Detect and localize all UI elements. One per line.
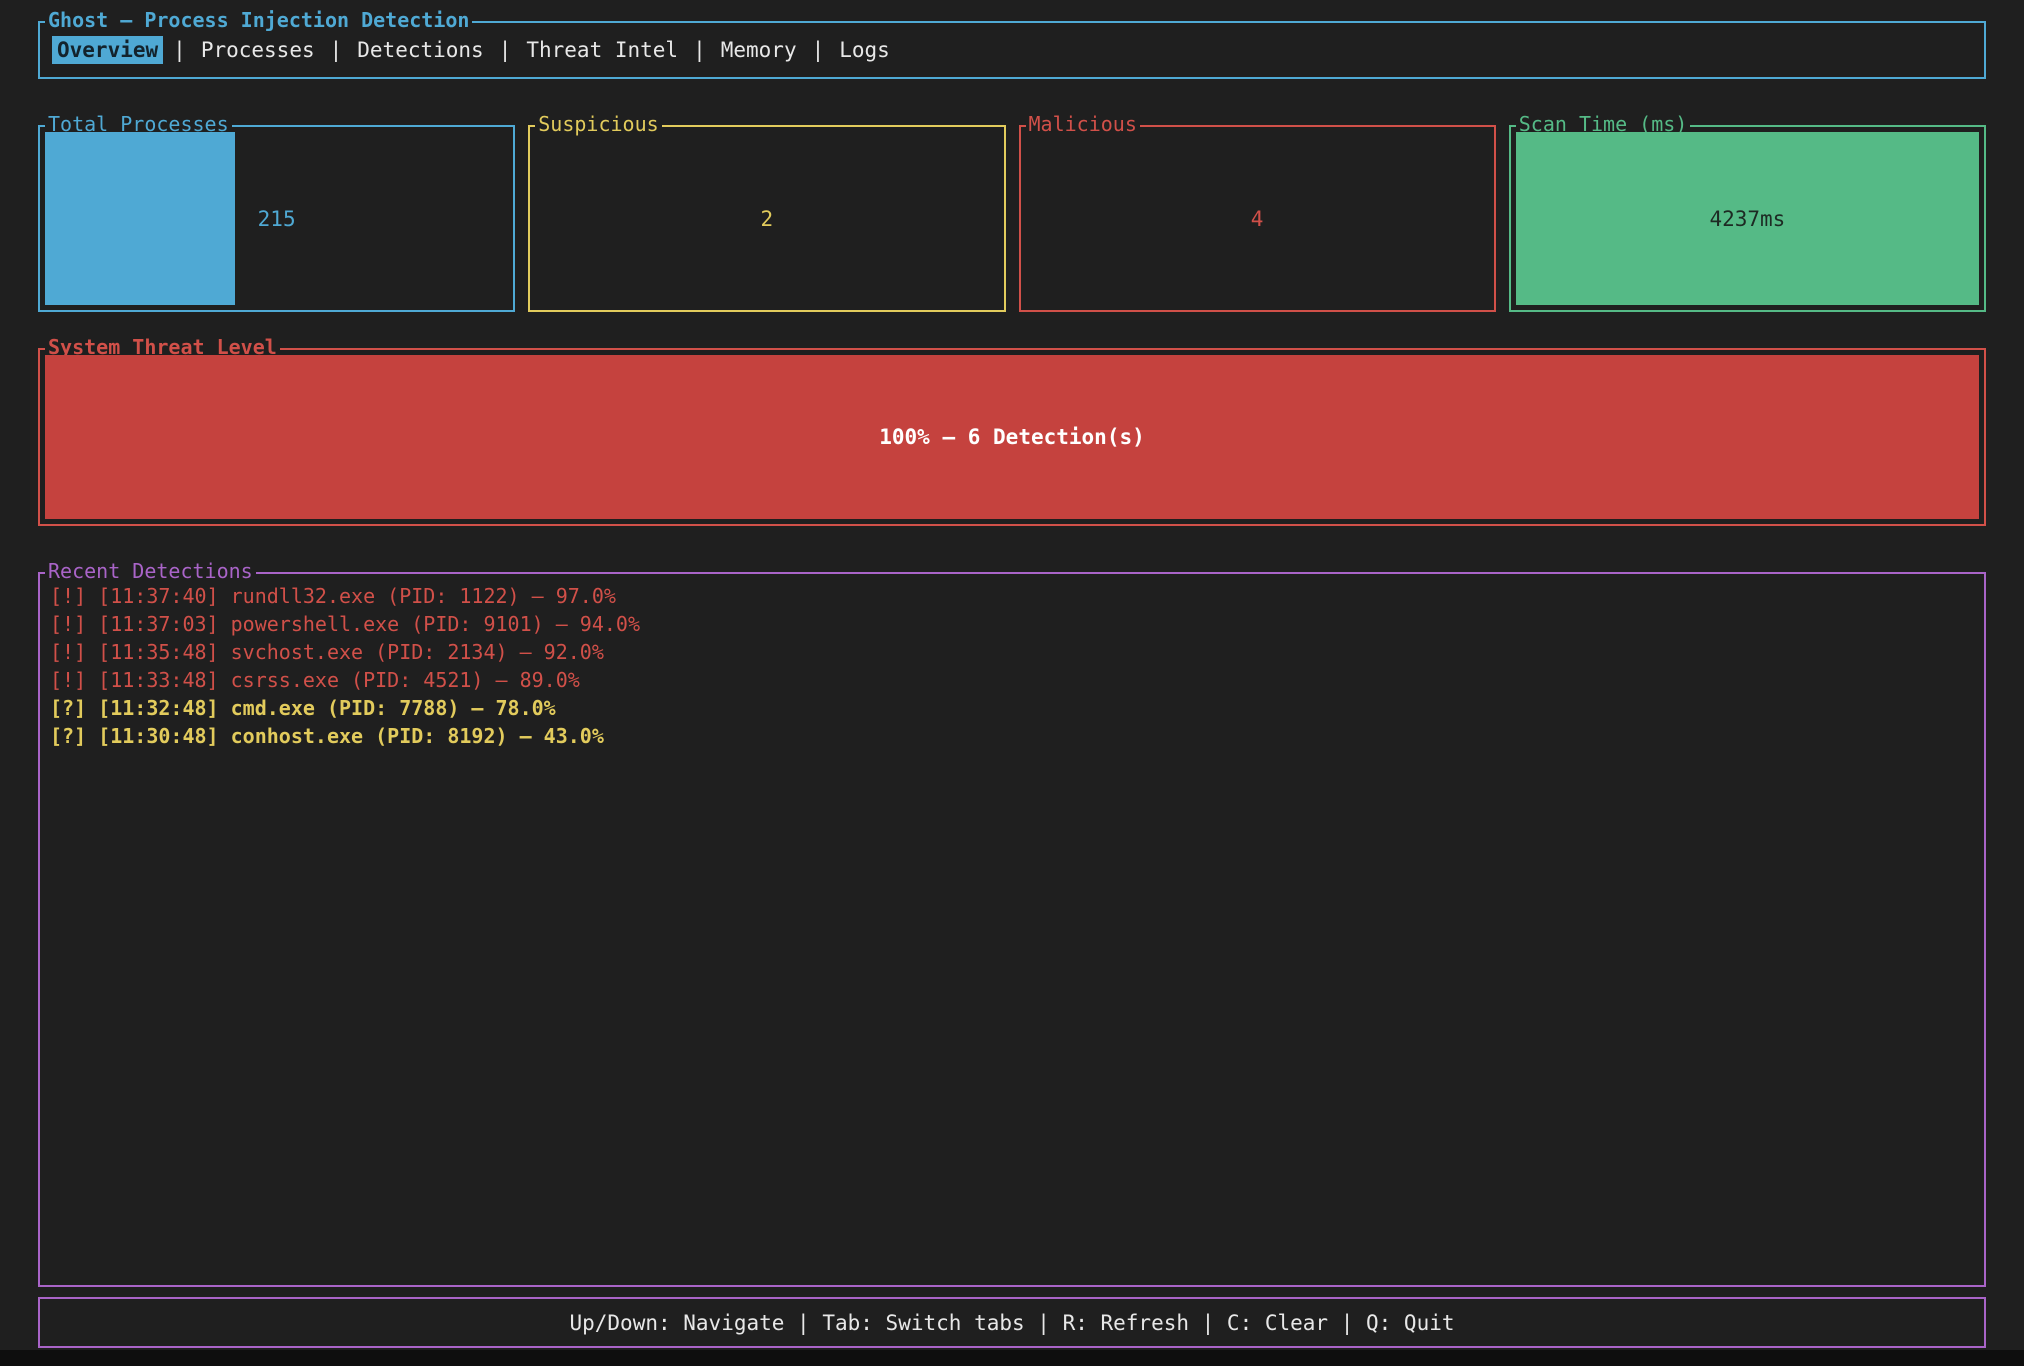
tab-separator: |	[173, 38, 186, 62]
detection-row[interactable]: [!] [11:37:03] powershell.exe (PID: 9101…	[50, 610, 1974, 638]
scan-time-gauge: 4237ms	[1516, 132, 1979, 305]
total-processes-gauge-fill	[45, 132, 235, 305]
detection-row[interactable]: [!] [11:33:48] csrss.exe (PID: 4521) — 8…	[50, 666, 1974, 694]
total-processes-value: 215	[258, 207, 296, 231]
panel-threat-level: System Threat Level 100% — 6 Detection(s…	[38, 348, 1986, 526]
tab-separator: |	[693, 38, 706, 62]
help-bar: Up/Down: Navigate | Tab: Switch tabs | R…	[38, 1297, 1986, 1348]
panel-malicious: Malicious 4	[1019, 125, 1496, 312]
suspicious-value: 2	[761, 207, 774, 231]
stats-row: Total Processes 215 Suspicious 2 Malicio…	[38, 125, 1986, 312]
panel-suspicious: Suspicious 2	[528, 125, 1005, 312]
panel-recent-detections: Recent Detections [!] [11:37:40] rundll3…	[38, 572, 1986, 1287]
detection-row[interactable]: [!] [11:37:40] rundll32.exe (PID: 1122) …	[50, 582, 1974, 610]
panel-total-processes: Total Processes 215	[38, 125, 515, 312]
help-text: Up/Down: Navigate | Tab: Switch tabs | R…	[40, 1299, 1984, 1346]
panel-scan-time: Scan Time (ms) 4237ms	[1509, 125, 1986, 312]
detection-row[interactable]: [!] [11:35:48] svchost.exe (PID: 2134) —…	[50, 638, 1974, 666]
detection-row[interactable]: [?] [11:30:48] conhost.exe (PID: 8192) —…	[50, 722, 1974, 750]
threat-level-gauge: 100% — 6 Detection(s)	[45, 355, 1979, 519]
detections-list: [!] [11:37:40] rundll32.exe (PID: 1122) …	[50, 582, 1974, 750]
tab-detections[interactable]: Detections	[352, 36, 488, 64]
tab-separator: |	[812, 38, 825, 62]
panel-recent-detections-title: Recent Detections	[45, 560, 256, 582]
threat-level-label: 100% — 6 Detection(s)	[879, 425, 1145, 449]
detection-row[interactable]: [?] [11:32:48] cmd.exe (PID: 7788) — 78.…	[50, 694, 1974, 722]
suspicious-gauge: 2	[535, 132, 998, 305]
app-window: Ghost — Process Injection Detection Over…	[0, 0, 2024, 1366]
tab-bar: Ghost — Process Injection Detection Over…	[38, 21, 1986, 79]
window-bottom-strip	[0, 1350, 2024, 1366]
scan-time-value: 4237ms	[1709, 207, 1785, 231]
malicious-gauge: 4	[1026, 132, 1489, 305]
tab-logs[interactable]: Logs	[834, 36, 895, 64]
malicious-value: 4	[1251, 207, 1264, 231]
tab-threat-intel[interactable]: Threat Intel	[521, 36, 683, 64]
tab-processes[interactable]: Processes	[196, 36, 320, 64]
tab-separator: |	[499, 38, 512, 62]
tab-overview[interactable]: Overview	[52, 36, 163, 64]
tab-separator: |	[330, 38, 343, 62]
total-processes-gauge: 215	[45, 132, 508, 305]
app-title: Ghost — Process Injection Detection	[45, 9, 472, 31]
tab-memory[interactable]: Memory	[716, 36, 802, 64]
